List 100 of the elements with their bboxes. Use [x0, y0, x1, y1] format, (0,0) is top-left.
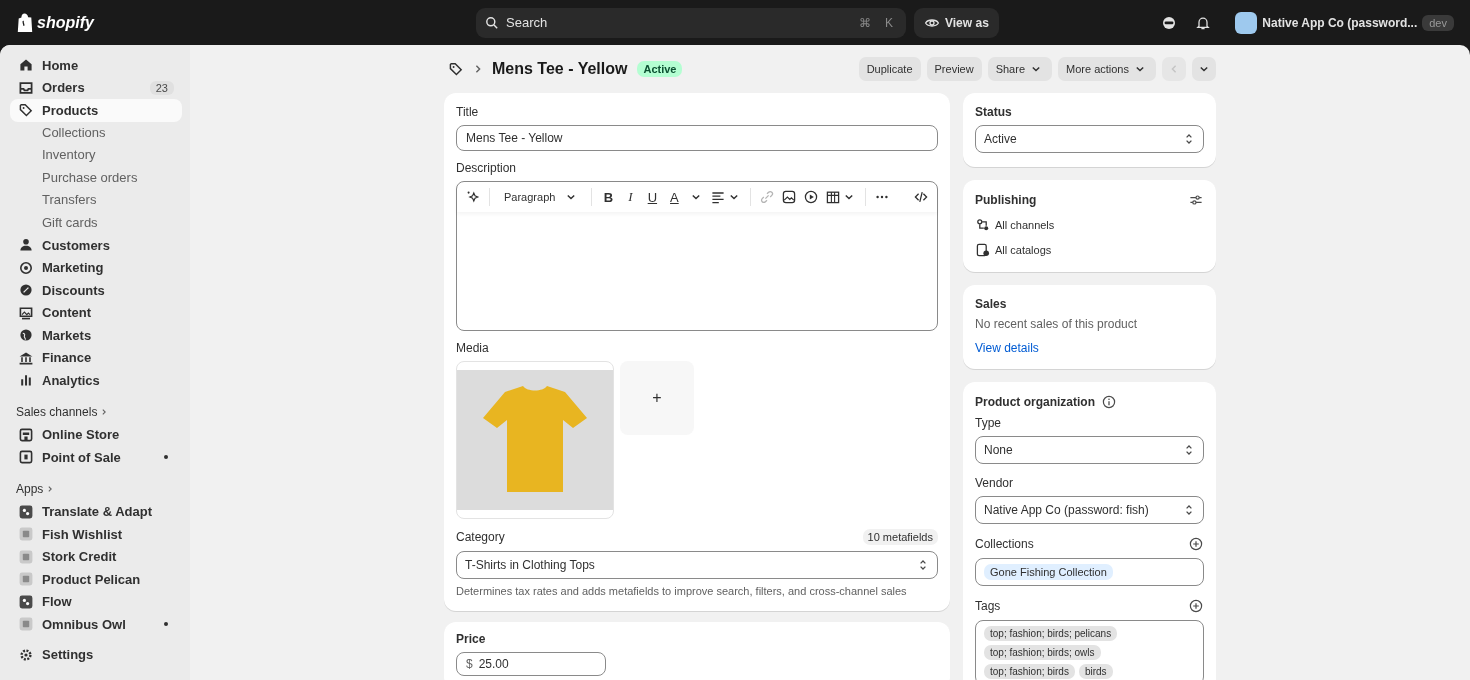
nav-item[interactable]: Finance	[10, 346, 182, 369]
format-button[interactable]: I	[622, 189, 639, 205]
tag-chip[interactable]: top; fashion; birds	[984, 664, 1075, 679]
price-field[interactable]: $ 25.00	[456, 652, 606, 676]
format-button[interactable]: U	[644, 189, 661, 205]
app-icon	[18, 616, 34, 633]
nav-item[interactable]: Content	[10, 301, 182, 324]
format-button[interactable]: A	[666, 189, 683, 205]
metafields-badge[interactable]: 10 metafields	[862, 529, 938, 545]
add-collection-button[interactable]	[1188, 536, 1204, 552]
description-editor[interactable]: Paragraph B I U A	[456, 181, 938, 331]
code-button[interactable]	[913, 189, 929, 205]
image-button[interactable]	[781, 189, 798, 205]
store-menu[interactable]: Native App Co (password... dev	[1235, 11, 1454, 34]
manage-button[interactable]	[1188, 192, 1204, 208]
image-icon	[781, 189, 798, 205]
search-field[interactable]: Search ⌘ K	[476, 7, 906, 38]
nav-item[interactable]: Products	[10, 99, 182, 122]
field-label: Media	[456, 341, 490, 355]
tag-chip[interactable]: birds	[1078, 664, 1113, 679]
status-select[interactable]: Active	[975, 125, 1204, 153]
next-button[interactable]	[1192, 57, 1216, 81]
action-button[interactable]: Duplicate	[858, 57, 921, 81]
vendor-select[interactable]: Native App Co (password: fish)	[975, 496, 1204, 524]
tag-chip[interactable]: top; fashion; birds; pelicans	[984, 626, 1118, 641]
nav-item[interactable]: Orders 23	[10, 76, 182, 99]
action-button[interactable]: Share	[987, 57, 1052, 81]
action-button[interactable]: More actions	[1058, 57, 1156, 81]
nav-item[interactable]: Fish Wishlist	[10, 523, 182, 546]
section-heading[interactable]: Sales channels	[10, 391, 182, 424]
field-label: Category	[456, 530, 505, 544]
info-icon	[1101, 394, 1117, 410]
nav-item[interactable]: Omnibus Owl	[10, 613, 182, 636]
nav-item[interactable]: Markets	[10, 324, 182, 347]
block-style-dropdown[interactable]: Paragraph	[498, 189, 584, 205]
dev-badge: dev	[1422, 14, 1454, 31]
field-label: Type	[975, 416, 1002, 430]
ai-button[interactable]	[465, 189, 481, 205]
settings-item[interactable]: Settings	[10, 643, 182, 666]
nav-icon	[18, 57, 34, 74]
store-avatar	[1235, 11, 1258, 34]
add-tag-button[interactable]	[1188, 598, 1204, 614]
logo-wordmark[interactable]: shopify	[37, 13, 94, 32]
app-icon	[18, 571, 34, 588]
status-badge: Active	[637, 61, 683, 77]
nav-icon	[18, 237, 34, 254]
nav-item[interactable]: Marketing	[10, 256, 182, 279]
nav-icon	[18, 304, 34, 321]
shortcut-key: ⌘	[854, 13, 876, 32]
tag-icon	[448, 61, 464, 77]
collection-tag[interactable]: Gone Fishing Collection	[984, 564, 1113, 580]
nav-item[interactable]: Translate & Adapt	[10, 500, 182, 523]
nav-item[interactable]: Point of Sale	[10, 446, 182, 469]
add-media-button[interactable]: +	[620, 361, 694, 435]
field-label: Description	[456, 161, 518, 175]
type-select[interactable]: None	[975, 436, 1204, 464]
field-label: Title	[456, 105, 480, 119]
nav-subitem[interactable]: Inventory	[10, 144, 182, 167]
card-title: Price	[456, 632, 487, 646]
nav-item[interactable]: Customers	[10, 234, 182, 257]
nav-subitem[interactable]: Purchase orders	[10, 166, 182, 189]
nav-subitem[interactable]: Gift cards	[10, 211, 182, 234]
card-title: Publishing	[975, 193, 1037, 207]
nav-item[interactable]: Discounts	[10, 279, 182, 302]
table-icon	[825, 189, 842, 205]
shopping-bag-logo-icon	[16, 12, 34, 33]
field-label: Vendor	[975, 476, 1015, 490]
nav-icon	[18, 79, 34, 96]
app-icon	[18, 526, 34, 543]
nav-item[interactable]: Product Pelican	[10, 568, 182, 591]
tags-field[interactable]: top; fashion; birds; pelicans top; fashion; birds; owls top; fashion; birds birds	[975, 620, 1204, 680]
nav-icon	[18, 372, 34, 389]
category-select[interactable]: T-Shirts in Clothing Tops	[456, 551, 938, 579]
video-button[interactable]	[803, 189, 820, 205]
action-button[interactable]: Preview	[926, 57, 982, 81]
nav-item[interactable]: Online Store	[10, 423, 182, 446]
collections-field[interactable]: Gone Fishing Collection	[975, 558, 1204, 586]
store-icon	[18, 426, 34, 443]
code-icon	[913, 189, 929, 205]
view-details-link[interactable]: View details	[975, 341, 1039, 355]
nav-item[interactable]: Home	[10, 54, 182, 77]
nav-item[interactable]: Stork Credit	[10, 545, 182, 568]
tag-chip[interactable]: top; fashion; birds; owls	[984, 645, 1101, 660]
field-label: Collections	[975, 537, 1034, 551]
count-badge: 23	[149, 80, 174, 95]
title-field[interactable]: Mens Tee - Yellow	[456, 125, 938, 151]
search-icon	[484, 14, 500, 31]
section-heading[interactable]: Apps	[10, 468, 182, 501]
view-as-button[interactable]: View as	[914, 7, 999, 38]
help-text: Determines tax rates and adds metafields to improve search, filters, and cross-channel sales	[456, 585, 908, 597]
nav-icon	[18, 259, 34, 276]
format-button[interactable]: B	[600, 189, 617, 205]
field-label: Tags	[975, 599, 1001, 613]
publishing-item: All channels	[995, 219, 1055, 231]
nav-item[interactable]: Flow	[10, 590, 182, 613]
nav-subitem[interactable]: Transfers	[10, 189, 182, 212]
nav-icon	[18, 102, 34, 119]
nav-item[interactable]: Analytics	[10, 369, 182, 392]
nav-subitem[interactable]: Collections	[10, 121, 182, 144]
publishing-item: All catalogs	[995, 244, 1052, 256]
